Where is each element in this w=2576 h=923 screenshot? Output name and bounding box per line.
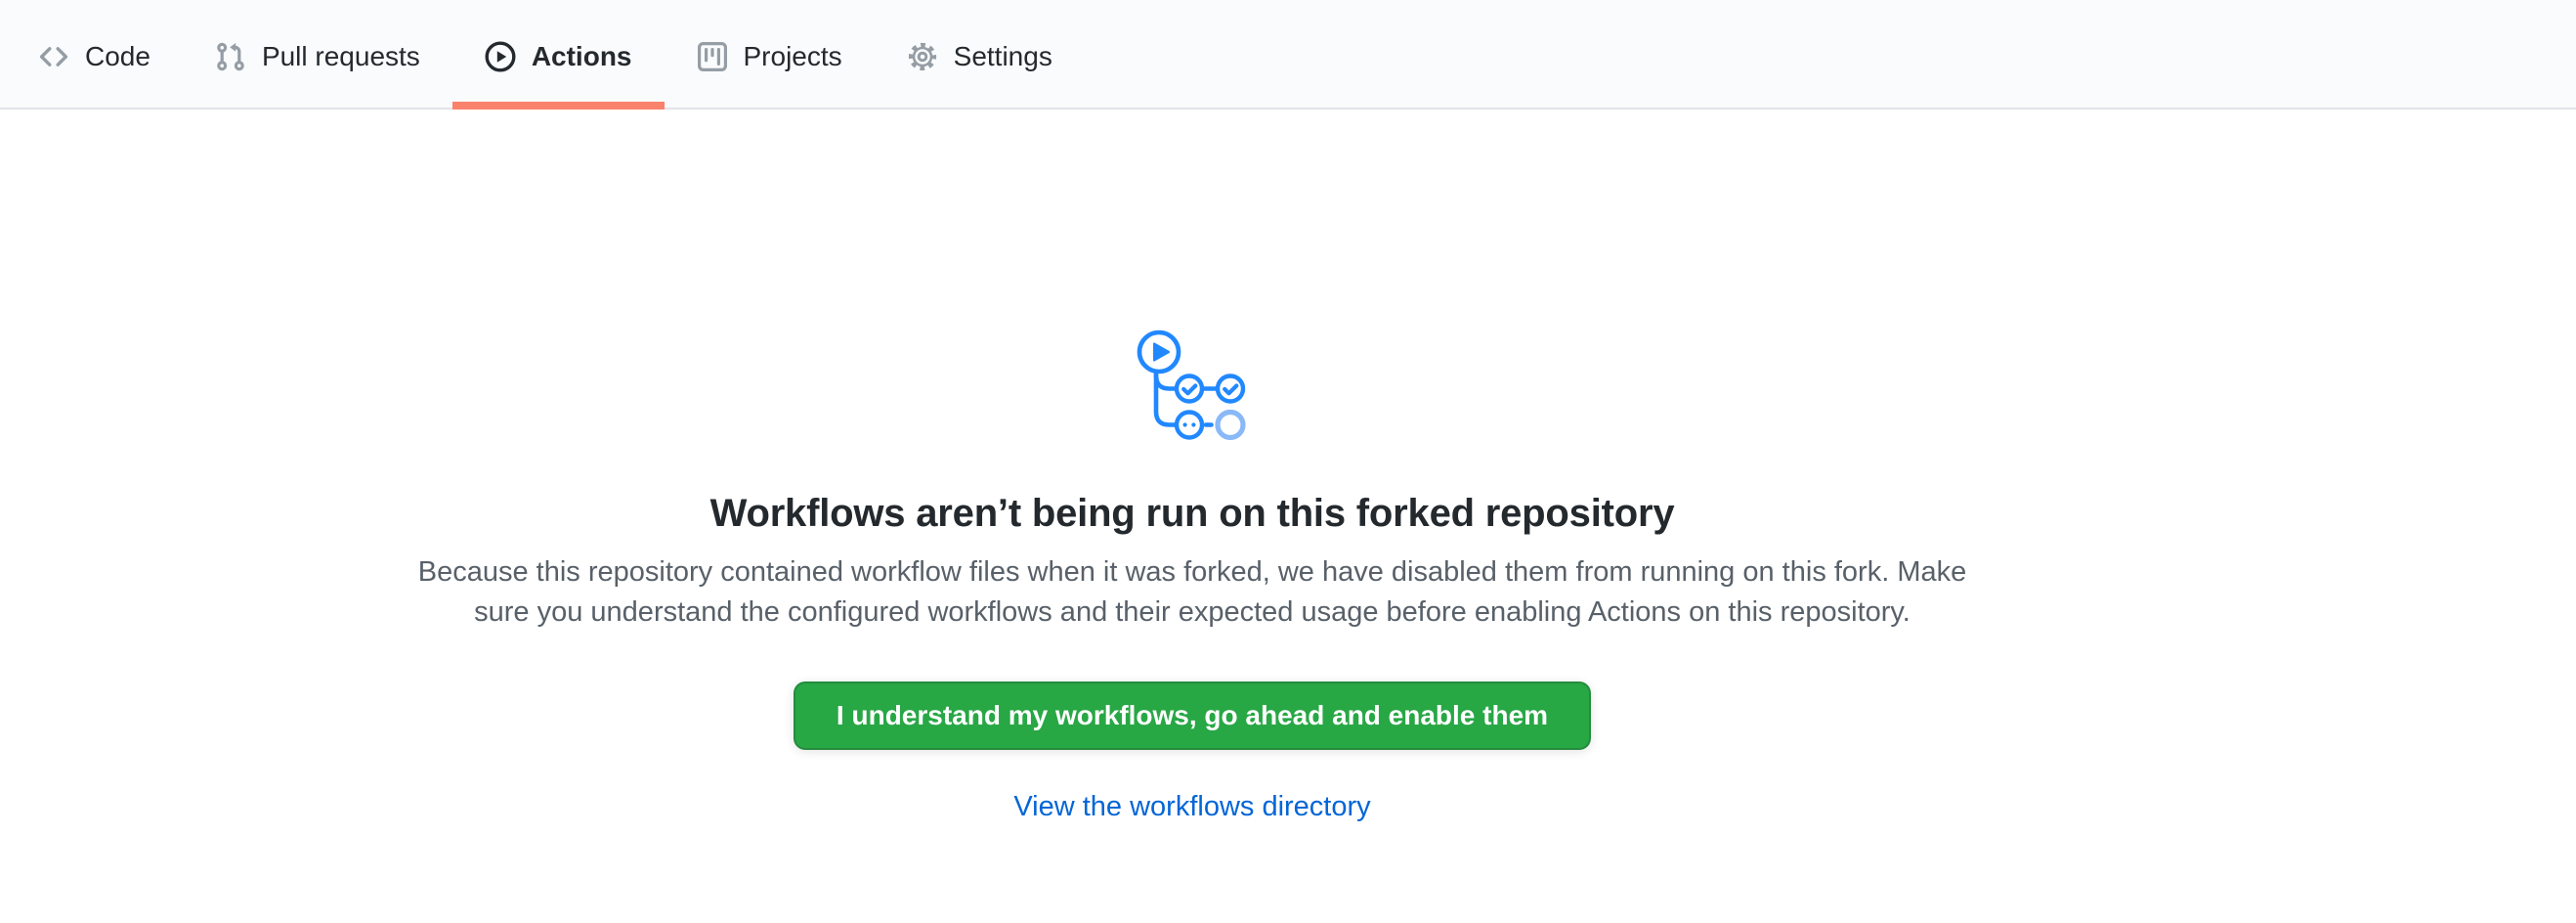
tab-pull-requests[interactable]: Pull requests: [183, 0, 452, 110]
project-icon: [697, 41, 728, 72]
tab-label: Pull requests: [262, 41, 420, 72]
tab-code[interactable]: Code: [6, 0, 183, 110]
tab-actions[interactable]: Actions: [452, 0, 665, 110]
enable-workflows-button[interactable]: I understand my workflows, go ahead and …: [794, 681, 1591, 750]
tab-projects[interactable]: Projects: [665, 0, 875, 110]
tab-label: Projects: [744, 41, 842, 72]
gear-icon: [907, 41, 938, 72]
tab-settings[interactable]: Settings: [875, 0, 1085, 110]
tab-label: Actions: [532, 41, 632, 72]
workflow-graph-icon: [1137, 330, 1248, 441]
git-pull-request-icon: [215, 41, 246, 72]
blankslate-title: Workflows aren’t being run on this forke…: [710, 492, 1675, 535]
tab-label: Settings: [954, 41, 1052, 72]
repo-tab-bar: Code Pull requests Actions: [0, 0, 2576, 110]
link-row: View the workflows directory: [1013, 791, 1370, 823]
view-workflows-link[interactable]: View the workflows directory: [1013, 791, 1370, 822]
actions-blankslate: Workflows aren’t being run on this forke…: [0, 110, 2576, 823]
blankslate-description: Because this repository contained workfl…: [391, 552, 1994, 633]
code-icon: [38, 41, 69, 72]
blankslate-content: Workflows aren’t being run on this forke…: [0, 110, 2384, 823]
tab-label: Code: [85, 41, 150, 72]
play-icon: [485, 41, 516, 72]
